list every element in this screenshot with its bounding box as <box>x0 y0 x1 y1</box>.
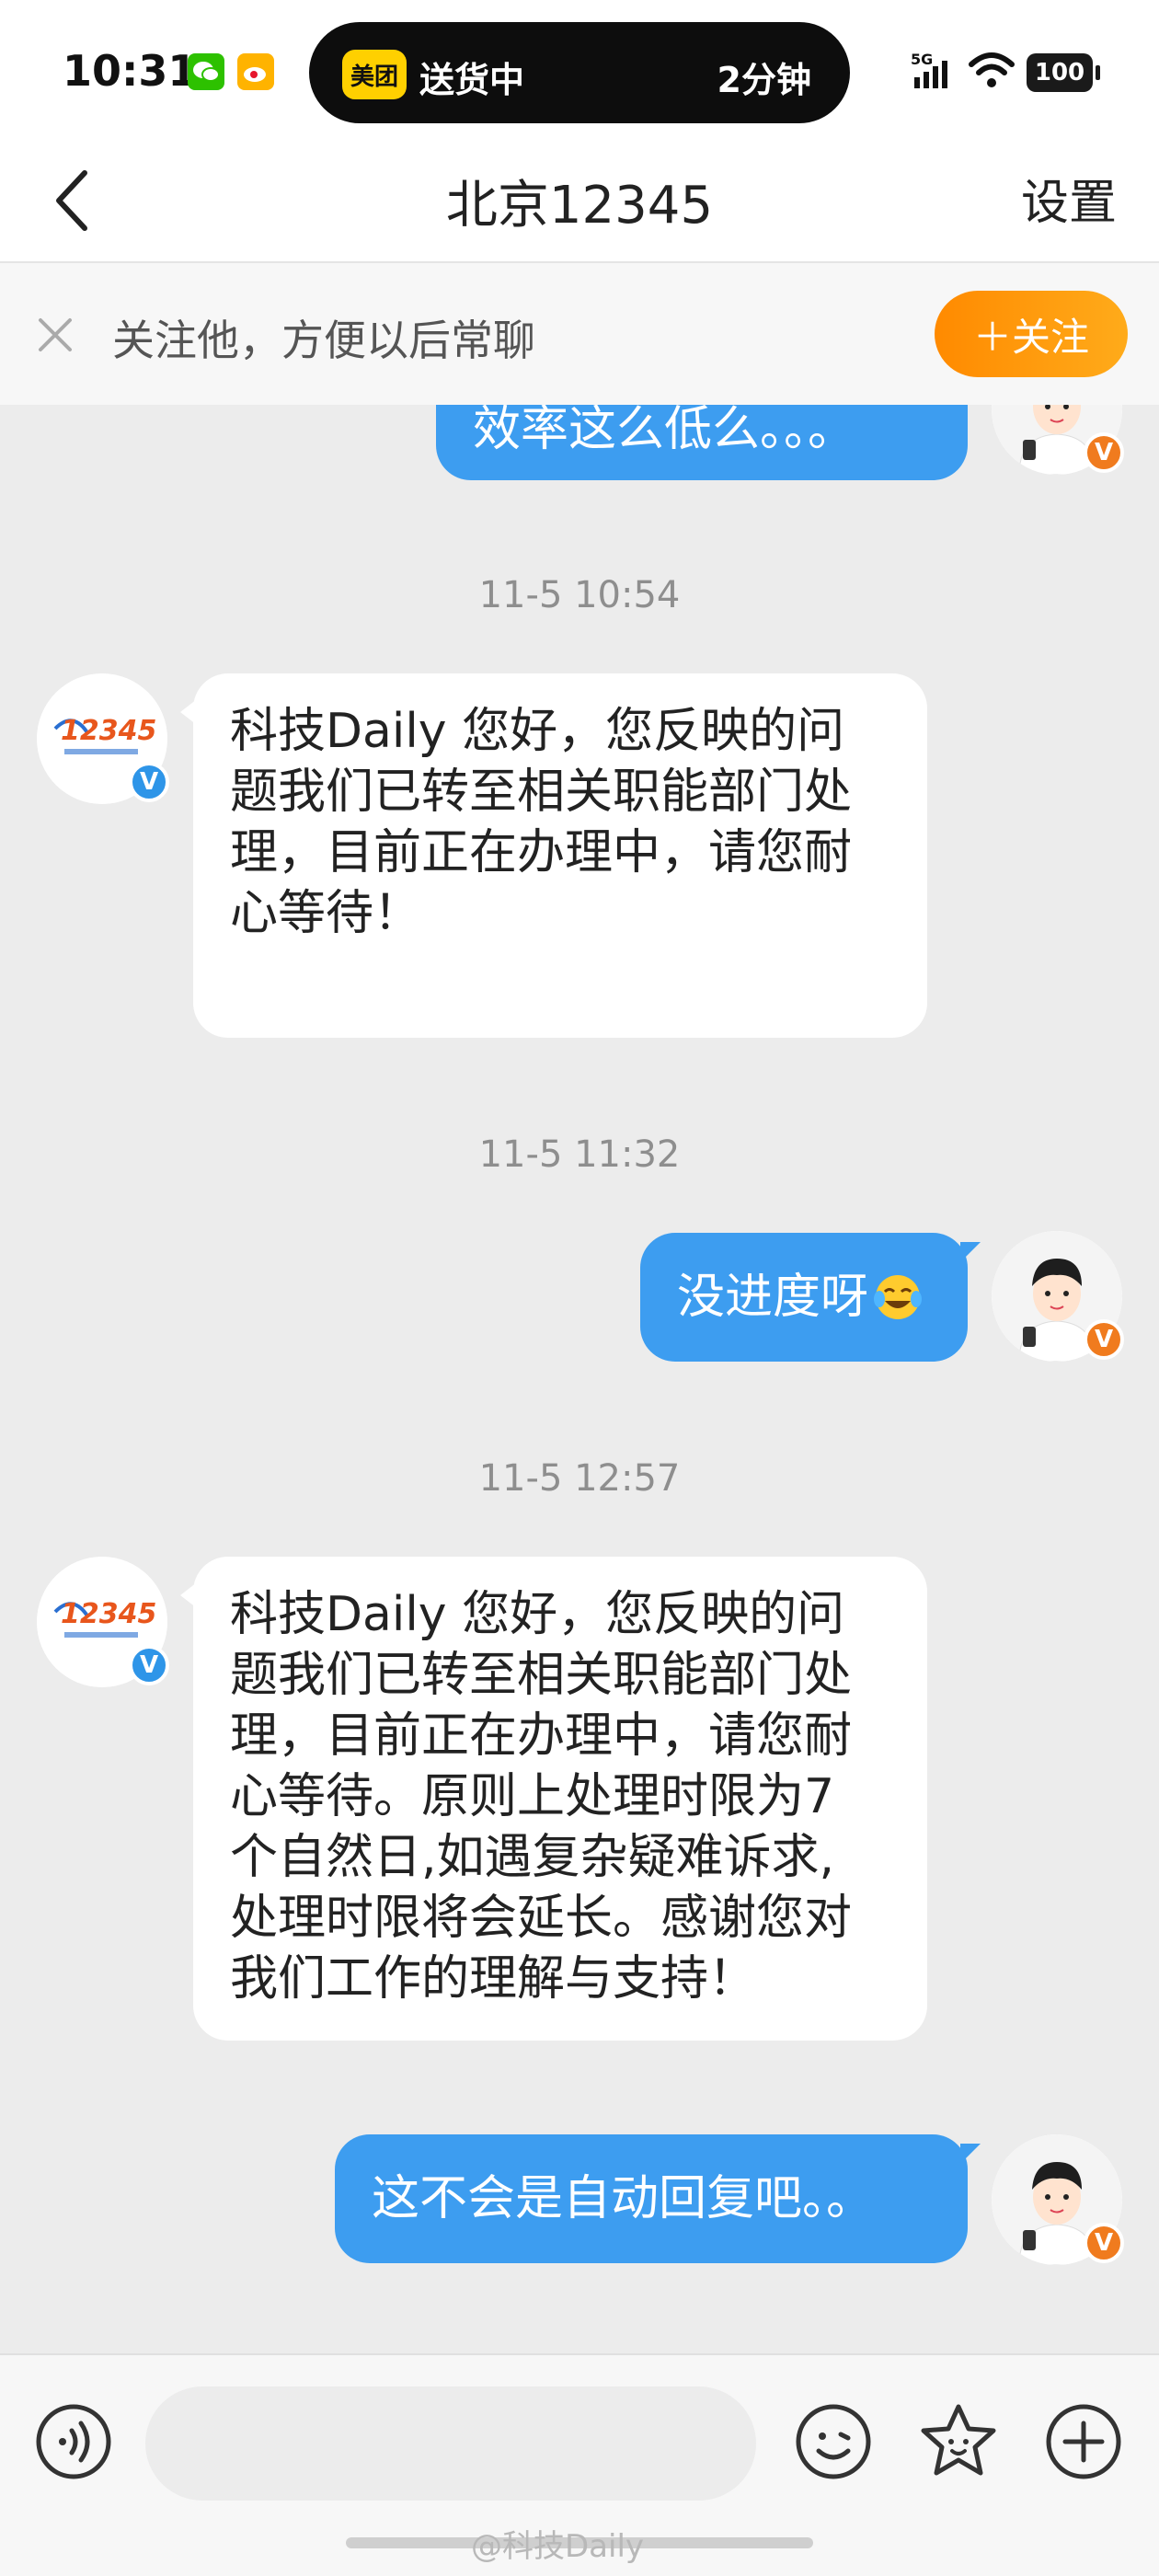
page-title: 北京12345 <box>445 176 714 236</box>
message-line: 题我们已转至相关职能部门处 <box>230 765 853 820</box>
follow-banner-text: 关注他，方便以后常聊 <box>112 316 535 365</box>
message-bubble-outgoing[interactable]: 没进度呀 <box>640 1233 981 1362</box>
verified-badge: V <box>129 762 169 802</box>
close-icon[interactable] <box>35 315 75 355</box>
message-bubble-incoming[interactable]: 科技Daily 您好，您反映的问 题我们已转至相关职能部门处 理，目前正在办理中… <box>180 673 927 1038</box>
verified-badge: V <box>1084 2223 1124 2263</box>
message-timestamp: 11-5 10:54 <box>478 574 681 616</box>
message-bubble-outgoing[interactable]: 这不会是自动回复吧。。 <box>335 2134 981 2263</box>
message-line: 个自然日,如遇复杂疑难诉求, <box>230 1830 835 1885</box>
message-text: 没进度呀 <box>677 1270 869 1325</box>
chat-header: 北京12345 设置 <box>0 138 1159 263</box>
add-more-button[interactable] <box>1043 2401 1124 2482</box>
meituan-logo: 美团 <box>342 50 407 99</box>
message-line: 科技Daily 您好，您反映的问 <box>230 704 845 759</box>
settings-button[interactable]: 设置 <box>1021 164 1117 233</box>
self-avatar[interactable]: V <box>992 2134 1124 2266</box>
follow-banner: 关注他，方便以后常聊 ＋关注 <box>0 263 1159 405</box>
emoji-button[interactable] <box>793 2401 874 2482</box>
message-line: 心等待！ <box>230 886 422 941</box>
verified-badge: V <box>1084 1319 1124 1360</box>
sticker-button[interactable] <box>918 2401 999 2482</box>
voice-icon <box>36 2404 111 2479</box>
follow-button[interactable]: ＋关注 <box>935 291 1128 377</box>
face-with-tears-of-joy-icon <box>874 1275 923 1319</box>
message-line: 理，目前正在办理中，请您耐 <box>230 825 853 880</box>
message-line: 题我们已转至相关职能部门处 <box>230 1648 853 1703</box>
contact-logo-text: 12345 <box>61 715 156 747</box>
live-activity-pill[interactable]: 美团 送货中 2分钟 <box>309 22 850 123</box>
status-time: 10:31 <box>63 46 198 96</box>
message-timestamp: 11-5 11:32 <box>478 1133 681 1176</box>
voice-button[interactable] <box>33 2401 114 2482</box>
message-line: 处理时限将会延长。感谢您对 <box>230 1891 853 1946</box>
delivery-eta: 2分钟 <box>717 60 811 100</box>
wechat-icon <box>188 53 224 90</box>
verified-badge: V <box>129 1645 169 1685</box>
message-text: 这不会是自动回复吧。。 <box>372 2171 875 2226</box>
watermark: @科技Daily <box>471 2528 645 2565</box>
self-avatar[interactable]: V <box>992 405 1124 476</box>
message-timestamp: 11-5 12:57 <box>478 1457 681 1500</box>
contact-avatar[interactable]: 12345 V <box>37 1557 169 1687</box>
message-bubble-incoming[interactable]: 科技Daily 您好，您反映的问 题我们已转至相关职能部门处 理，目前正在办理中… <box>180 1557 927 2041</box>
chat-messages[interactable]: 效率这么低么。。。 V 11-5 10:54 12345 V 科技Daily 您… <box>0 405 1159 2353</box>
message-line: 科技Daily 您好，您反映的问 <box>230 1587 845 1642</box>
network-label: 5G <box>911 51 933 68</box>
delivery-status: 送货中 <box>419 60 525 100</box>
status-bar: 10:31 美团 送货中 2分钟 5G 100 <box>0 0 1159 138</box>
self-avatar[interactable]: V <box>992 1231 1124 1363</box>
smiley-icon <box>796 2404 871 2479</box>
message-input[interactable] <box>145 2386 756 2501</box>
message-text: 效率这么低么。。。 <box>473 405 856 457</box>
verified-badge: V <box>1084 432 1124 473</box>
message-line: 理，目前正在办理中，请您耐 <box>230 1708 853 1764</box>
battery-icon: 100 <box>1027 53 1100 92</box>
contact-logo-text: 12345 <box>61 1598 156 1630</box>
message-line: 我们工作的理解与支持！ <box>230 1951 757 2007</box>
wifi-icon <box>968 50 1016 94</box>
message-bubble-outgoing[interactable]: 效率这么低么。。。 <box>436 405 968 480</box>
signal-icon: 5G <box>911 50 962 94</box>
contact-avatar[interactable]: 12345 V <box>37 673 169 804</box>
star-face-icon <box>921 2404 996 2476</box>
plus-circle-icon <box>1046 2404 1121 2479</box>
weibo-icon <box>237 53 274 90</box>
message-line: 心等待。原则上处理时限为7 <box>230 1769 835 1824</box>
